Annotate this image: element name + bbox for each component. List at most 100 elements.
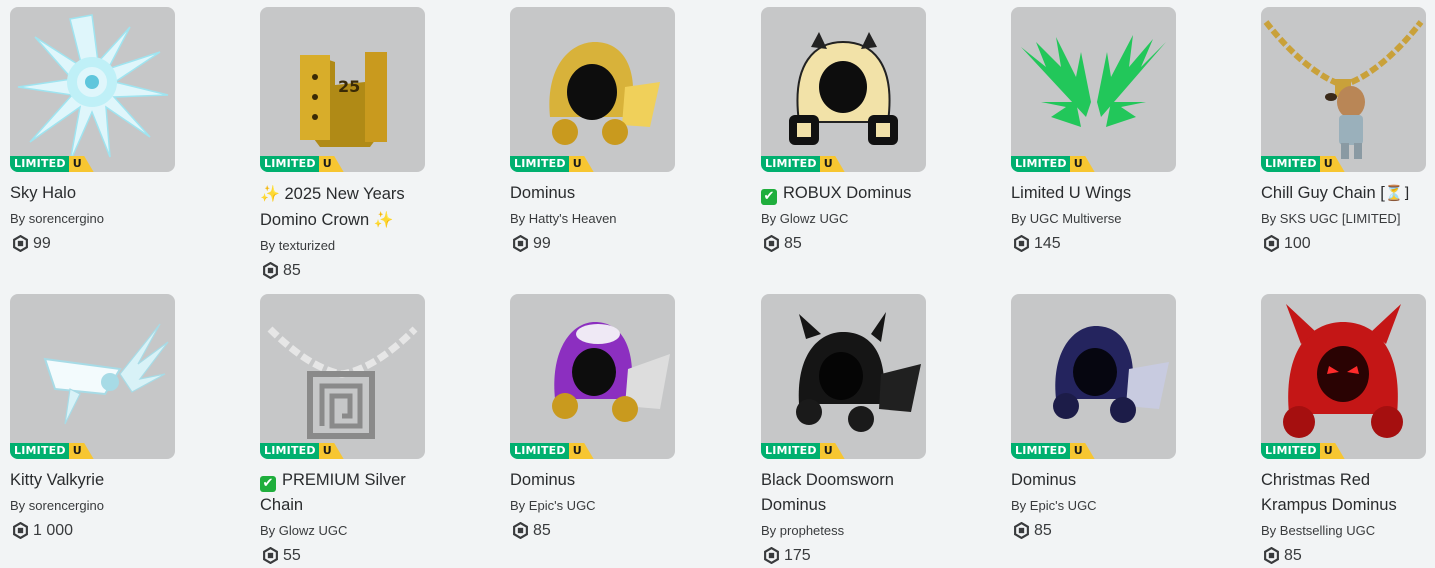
catalog-item-card[interactable]: LIMITED U Chill Guy Chain [⏳] By SKS UGC …	[1261, 7, 1431, 256]
item-name[interactable]: Dominus	[510, 181, 682, 206]
item-price: 100	[1261, 231, 1431, 256]
item-creator[interactable]: By prophetess	[761, 518, 931, 543]
silver-chain-image	[267, 326, 418, 439]
item-thumbnail[interactable]: LIMITED U	[761, 294, 926, 459]
limited-u-badge: LIMITED U	[1261, 156, 1345, 172]
item-name[interactable]: Kitty Valkyrie	[10, 468, 182, 493]
item-thumbnail[interactable]: LIMITED U	[1261, 294, 1426, 459]
item-creator[interactable]: By Epic's UGC	[1011, 493, 1181, 518]
robux-icon	[513, 522, 528, 539]
robux-icon	[1014, 522, 1029, 539]
catalog-grid: LIMITED U Sky Halo By sorencergino 99 25 …	[0, 0, 1435, 567]
robux-icon	[1014, 235, 1029, 252]
item-creator[interactable]: By Bestselling UGC	[1261, 518, 1431, 543]
item-price: 85	[761, 231, 931, 256]
catalog-item-card[interactable]: LIMITED U Dominus By Epic's UGC 85	[1011, 294, 1181, 543]
item-name[interactable]: ✔ PREMIUM Silver Chain	[260, 468, 432, 518]
item-thumbnail[interactable]: LIMITED U	[1011, 294, 1176, 459]
item-name[interactable]: Christmas Red Krampus Dominus	[1261, 468, 1433, 518]
catalog-item-card[interactable]: LIMITED U Dominus By Epic's UGC 85	[510, 294, 680, 543]
robux-dominus-image	[789, 32, 898, 145]
limited-u-badge: LIMITED U	[510, 443, 594, 459]
limited-u-badge: LIMITED U	[510, 156, 594, 172]
item-price: 175	[761, 543, 931, 568]
item-price: 85	[1261, 543, 1431, 568]
catalog-item-card[interactable]: LIMITED U Christmas Red Krampus Dominus B…	[1261, 294, 1431, 568]
item-price: 99	[510, 231, 680, 256]
item-thumbnail[interactable]: LIMITED U	[1011, 7, 1176, 172]
dominus-gold-image	[549, 42, 660, 145]
item-name[interactable]: Chill Guy Chain [⏳]	[1261, 181, 1433, 206]
item-thumbnail[interactable]: 25 LIMITED U	[260, 7, 425, 172]
item-price: 85	[260, 258, 430, 283]
robux-icon	[263, 262, 278, 279]
svg-text:25: 25	[338, 77, 360, 96]
navy-dominus-image	[1053, 326, 1169, 423]
item-thumbnail[interactable]: LIMITED U	[510, 294, 675, 459]
item-creator[interactable]: By Glowz UGC	[761, 206, 931, 231]
item-name[interactable]: Sky Halo	[10, 181, 182, 206]
black-doomsworn-dominus-image	[796, 312, 921, 432]
item-name[interactable]: Black Doomsworn Dominus	[761, 468, 933, 518]
item-thumbnail[interactable]: LIMITED U	[10, 294, 175, 459]
limited-u-badge: LIMITED U	[1261, 443, 1345, 459]
catalog-item-card[interactable]: LIMITED U Kitty Valkyrie By sorencergino …	[10, 294, 180, 543]
item-name[interactable]: Dominus	[510, 468, 682, 493]
item-creator[interactable]: By SKS UGC [LIMITED]	[1261, 206, 1431, 231]
krampus-dominus-image	[1283, 304, 1403, 438]
limited-u-badge: LIMITED U	[761, 156, 845, 172]
chill-guy-chain-image	[1263, 20, 1424, 159]
item-creator[interactable]: By Epic's UGC	[510, 493, 680, 518]
item-creator[interactable]: By Glowz UGC	[260, 518, 430, 543]
robux-icon	[764, 235, 779, 252]
limited-u-badge: LIMITED U	[260, 156, 344, 172]
kitty-valkyrie-image	[43, 323, 169, 425]
item-creator[interactable]: By sorencergino	[10, 493, 180, 518]
purple-dominus-image	[552, 322, 670, 422]
item-creator[interactable]: By Hatty's Heaven	[510, 206, 680, 231]
item-price: 145	[1011, 231, 1181, 256]
item-thumbnail[interactable]: LIMITED U	[10, 7, 175, 172]
item-name[interactable]: ✨ 2025 New Years Domino Crown ✨	[260, 181, 432, 233]
item-name[interactable]: Dominus	[1011, 468, 1183, 493]
check-icon: ✔	[260, 476, 276, 492]
limited-u-badge: LIMITED U	[10, 443, 94, 459]
sparkle-icon: ✨	[260, 184, 280, 203]
robux-icon	[1264, 235, 1279, 252]
robux-icon	[13, 522, 28, 539]
item-price: 1 000	[10, 518, 180, 543]
limited-u-badge: LIMITED U	[1011, 443, 1095, 459]
item-name[interactable]: ✔ ROBUX Dominus	[761, 181, 933, 206]
hourglass-icon: ⏳]	[1384, 184, 1410, 202]
item-name[interactable]: Limited U Wings	[1011, 181, 1183, 206]
check-icon: ✔	[761, 189, 777, 205]
item-thumbnail[interactable]: LIMITED U	[1261, 7, 1426, 172]
item-price: 85	[510, 518, 680, 543]
limited-u-badge: LIMITED U	[1011, 156, 1095, 172]
item-price: 99	[10, 231, 180, 256]
catalog-item-card[interactable]: LIMITED U Sky Halo By sorencergino 99	[10, 7, 180, 256]
item-thumbnail[interactable]: LIMITED U	[510, 7, 675, 172]
item-creator[interactable]: By texturized	[260, 233, 430, 258]
limited-u-badge: LIMITED U	[10, 156, 94, 172]
catalog-item-card[interactable]: LIMITED U ✔ ROBUX Dominus By Glowz UGC 85	[761, 7, 931, 256]
sky-halo-image	[17, 14, 169, 163]
catalog-item-card[interactable]: LIMITED U Dominus By Hatty's Heaven 99	[510, 7, 680, 256]
item-price: 85	[1011, 518, 1181, 543]
catalog-item-card[interactable]: LIMITED U ✔ PREMIUM Silver Chain By Glowz …	[260, 294, 430, 568]
robux-icon	[13, 235, 28, 252]
domino-crown-image: 25	[300, 52, 387, 147]
green-wings-image	[1021, 35, 1166, 127]
catalog-item-card[interactable]: LIMITED U Black Doomsworn Dominus By prop…	[761, 294, 931, 568]
robux-icon	[764, 547, 779, 564]
item-thumbnail[interactable]: LIMITED U	[260, 294, 425, 459]
sparkle-icon: ✨	[373, 210, 394, 229]
item-thumbnail[interactable]: LIMITED U	[761, 7, 926, 172]
catalog-item-card[interactable]: 25 LIMITED U ✨ 2025 New Years Domino Crow…	[260, 7, 430, 283]
item-creator[interactable]: By UGC Multiverse	[1011, 206, 1181, 231]
item-creator[interactable]: By sorencergino	[10, 206, 180, 231]
robux-icon	[513, 235, 528, 252]
item-price: 55	[260, 543, 430, 568]
catalog-item-card[interactable]: LIMITED U Limited U Wings By UGC Multiver…	[1011, 7, 1181, 256]
robux-icon	[263, 547, 278, 564]
